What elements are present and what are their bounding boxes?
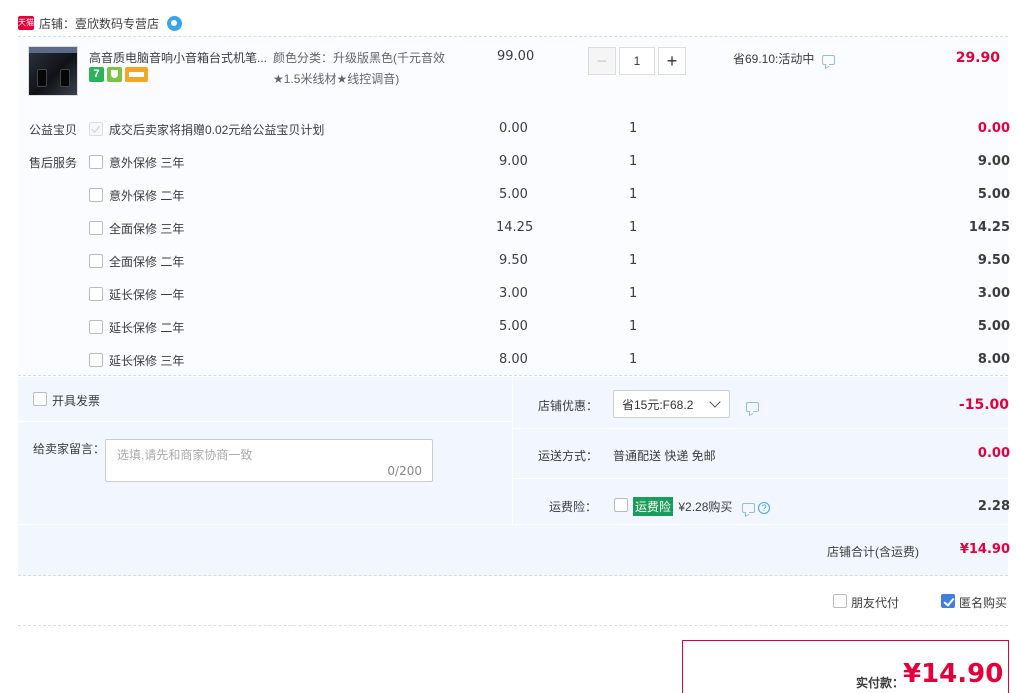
service-subtotal: 5.00 [977, 319, 1010, 334]
promo-text: 省69.10:活动中 [733, 50, 835, 67]
promo-label: 省69.10:活动中 [733, 52, 815, 66]
anonymous-checkbox[interactable] [941, 594, 955, 608]
discount-amount: -15.00 [958, 397, 1009, 413]
service-price: 14.25 [496, 220, 534, 235]
service-name: 延长保修 一年 [109, 288, 185, 302]
service-checkbox[interactable] [89, 221, 103, 235]
shipping-amount: 0.00 [977, 446, 1010, 461]
invoice-checkbox[interactable] [33, 392, 47, 406]
charity-subtotal: 0.00 [977, 121, 1010, 136]
coupon-select[interactable]: 省15元:F68.2 [613, 390, 730, 418]
insurance-desc: ¥2.28购买 [678, 500, 733, 514]
tmall-logo-icon: 天猫 [18, 16, 34, 30]
anonymous-label[interactable]: 匿名购买 [959, 594, 1007, 611]
friend-pay-label[interactable]: 朋友代付 [851, 594, 899, 611]
service-name: 延长保修 二年 [109, 321, 185, 335]
insurance-checkbox[interactable] [614, 498, 628, 512]
service-qty: 1 [629, 352, 638, 367]
service-qty: 1 [629, 220, 638, 235]
shop-header: 天猫 店铺：壹欣数码专营店 [18, 12, 183, 34]
service-qty: 1 [629, 319, 638, 334]
service-price: 5.00 [499, 319, 528, 334]
message-textarea[interactable]: 选填,请先和商家协商一致 0/200 [105, 439, 433, 482]
service-subtotal: 14.25 [968, 220, 1010, 235]
services-label: 售后服务 [29, 156, 78, 170]
charity-desc: 成交后卖家将捐赠0.02元给公益宝贝计划 [109, 123, 325, 137]
shipping-label: 运送方式： [538, 449, 599, 463]
service-price: 9.50 [499, 253, 528, 268]
service-checkbox[interactable] [89, 254, 103, 268]
service-checkbox[interactable] [89, 155, 103, 169]
decrease-button[interactable]: − [588, 47, 616, 75]
service-price: 3.00 [499, 286, 528, 301]
charity-price: 0.00 [499, 121, 528, 136]
service-checkbox[interactable] [89, 320, 103, 334]
service-checkbox[interactable] [89, 188, 103, 202]
service-name: 意外保修 二年 [109, 189, 185, 203]
unit-price: 99.00 [497, 49, 535, 64]
service-qty: 1 [629, 187, 638, 202]
help-icon[interactable]: ? [758, 501, 771, 514]
chevron-down-icon [709, 396, 721, 408]
charity-checkbox [89, 122, 103, 136]
service-icons: 7 [89, 67, 148, 82]
increase-button[interactable]: + [658, 47, 686, 75]
charity-qty: 1 [629, 121, 638, 136]
coupon-selected: 省15元:F68.2 [622, 397, 694, 412]
service-subtotal: 9.00 [977, 154, 1010, 169]
shipping-method: 普通配送 快递 免邮 [613, 449, 716, 463]
charity-label: 公益宝贝 [29, 123, 78, 137]
service-subtotal: 3.00 [977, 286, 1010, 301]
service-qty: 1 [629, 253, 638, 268]
item-subtotal: 29.90 [955, 50, 1000, 66]
shop-total-label: 店铺合计(含运费) [827, 545, 919, 559]
message-icon[interactable] [741, 502, 755, 513]
product-thumbnail[interactable] [28, 46, 78, 96]
message-label: 给卖家留言： [33, 442, 106, 456]
message-icon[interactable] [746, 401, 759, 412]
shop-total-amount: ¥14.90 [959, 542, 1010, 557]
payment-label: 实付款： [856, 676, 905, 690]
service-name: 延长保修 三年 [109, 354, 185, 368]
shop-name[interactable]: 店铺：壹欣数码专营店 [39, 15, 159, 32]
quantity-input[interactable]: 1 [619, 47, 655, 75]
insurance-amount: 2.28 [977, 499, 1010, 514]
service-name: 全面保修 二年 [109, 255, 185, 269]
insurance-label: 运费险： [549, 500, 598, 514]
quantity-stepper: − 1 + [588, 47, 686, 75]
friend-pay-checkbox[interactable] [833, 594, 847, 608]
service-price: 5.00 [499, 187, 528, 202]
seven-day-return-icon[interactable]: 7 [89, 67, 104, 82]
chat-icon[interactable] [167, 15, 183, 31]
product-title[interactable]: 高音质电脑音响小音箱台式机笔... [89, 49, 267, 66]
insurance-badge: 运费险 [633, 497, 674, 516]
shield-icon[interactable] [107, 67, 122, 82]
service-price: 8.00 [499, 352, 528, 367]
sku-line-1: 颜色分类：升级版黑色(千元音效 [273, 51, 445, 65]
service-qty: 1 [629, 154, 638, 169]
invoice-label[interactable]: 开具发票 [52, 392, 100, 409]
service-subtotal: 5.00 [977, 187, 1010, 202]
service-subtotal: 9.50 [977, 253, 1010, 268]
payment-amount: ¥14.90 [903, 659, 1004, 689]
discount-label: 店铺优惠： [538, 399, 599, 413]
service-checkbox[interactable] [89, 287, 103, 301]
service-subtotal: 8.00 [977, 352, 1010, 367]
service-name: 意外保修 三年 [109, 156, 185, 170]
service-name: 全面保修 三年 [109, 222, 185, 236]
message-icon[interactable] [821, 54, 835, 65]
message-placeholder: 选填,请先和商家协商一致 [117, 448, 253, 462]
credit-card-icon[interactable] [125, 67, 148, 82]
service-qty: 1 [629, 286, 638, 301]
service-price: 9.00 [499, 154, 528, 169]
message-counter: 0/200 [387, 464, 422, 478]
sku-line-2: ★1.5米线材★线控调音) [273, 72, 400, 86]
insurance-info: 运费险 ¥2.28购买 ? [633, 497, 771, 516]
service-checkbox[interactable] [89, 353, 103, 367]
